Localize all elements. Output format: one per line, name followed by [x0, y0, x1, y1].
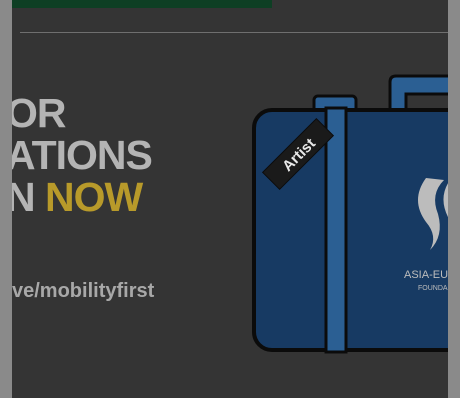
headline-accent-now: NOW — [45, 174, 143, 220]
headline-line-3-prefix: N — [12, 174, 36, 220]
suitcase-stripe — [324, 106, 348, 354]
horizontal-divider — [20, 32, 448, 33]
suitcase-handle — [388, 74, 448, 114]
top-green-strip — [12, 0, 272, 8]
headline-line-1: OR — [12, 90, 66, 136]
banner-url-link[interactable]: ve/mobilityfirst — [12, 280, 154, 303]
logo-name-line1: ASIA-EU — [404, 269, 448, 281]
banner-frame: OR ATIONS N NOW ve/mobilityfirst Artist … — [12, 0, 448, 398]
suitcase-body — [252, 108, 448, 352]
suitcase-illustration: Artist ASIA-EU FOUNDA — [252, 74, 448, 354]
banner-headline: OR ATIONS N NOW — [12, 90, 153, 218]
headline-line-3: N NOW — [12, 176, 152, 218]
logo-name-line2: FOUNDA — [418, 285, 448, 292]
headline-line-2: ATIONS — [12, 132, 153, 178]
